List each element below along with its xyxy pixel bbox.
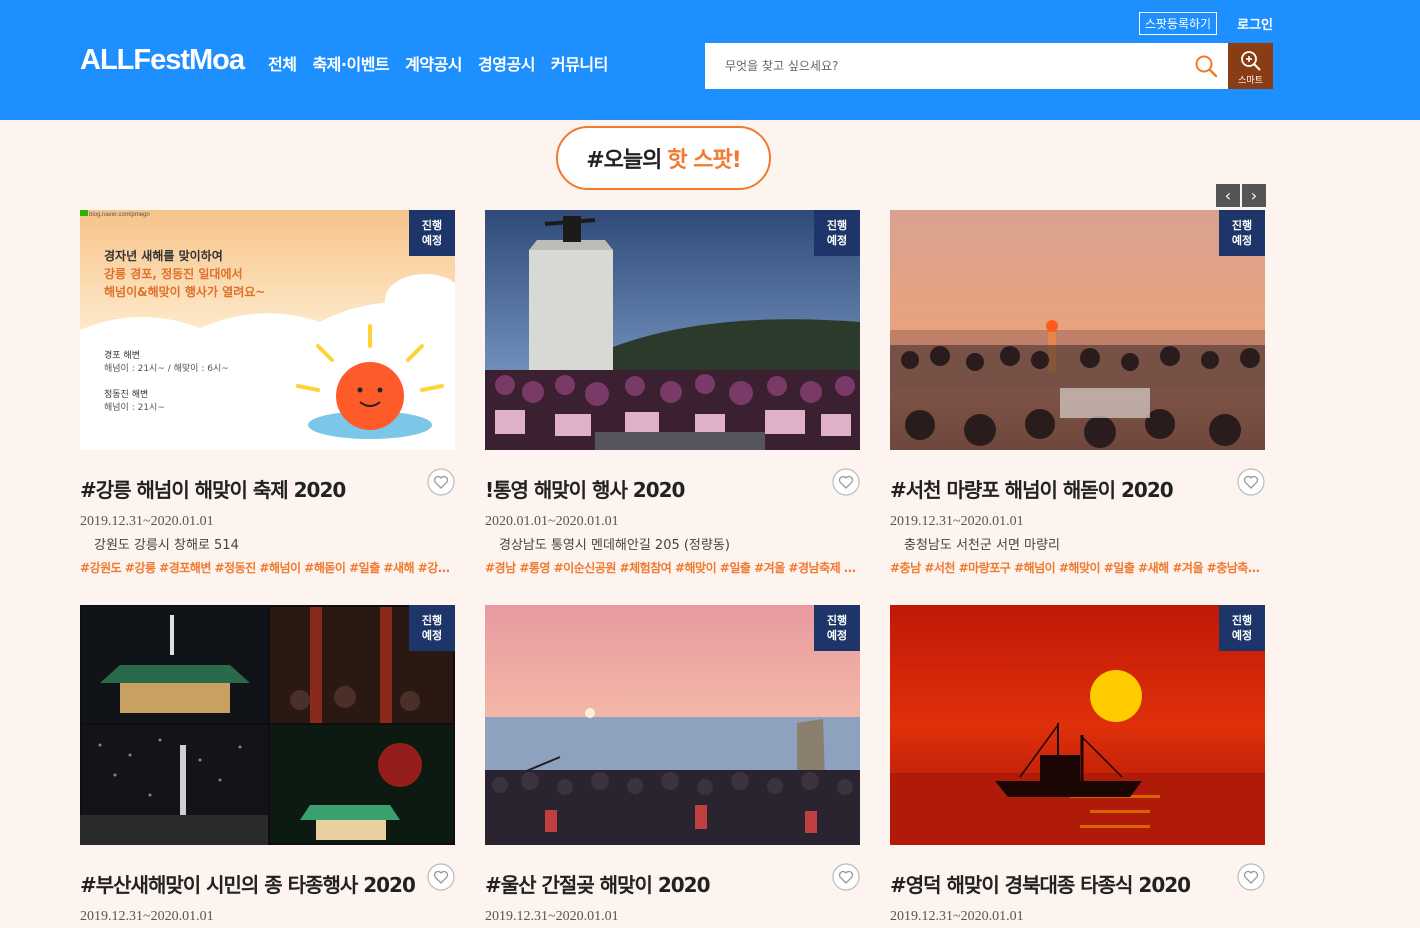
event-date: 2019.12.31~2020.01.01 bbox=[80, 514, 214, 529]
status-line-2: 예정 bbox=[826, 234, 848, 247]
event-date: 2019.12.31~2020.01.01 bbox=[890, 909, 1024, 924]
event-card[interactable]: 진행 예정 #영덕 해맞이 경북대종 타종식 2020 2019.12.31~2… bbox=[890, 605, 1265, 924]
spot-register-button[interactable]: 스팟등록하기 bbox=[1138, 12, 1218, 35]
main-nav: 전체 축제·이벤트 계약공시 경영공시 커뮤니티 bbox=[268, 51, 608, 75]
poster-line-2: 강릉 경포, 정동진 일대에서 bbox=[104, 266, 243, 281]
search-icon[interactable] bbox=[1194, 54, 1218, 78]
event-photo bbox=[485, 605, 860, 845]
status-line-1: 진행 bbox=[1231, 614, 1253, 627]
status-line-2: 예정 bbox=[1231, 629, 1253, 642]
status-badge: 진행 예정 bbox=[409, 210, 455, 256]
event-tags[interactable]: #강원도 #강릉 #경포해변 #정동진 #해넘이 #해돋이 #일출 #새해 #강… bbox=[80, 559, 455, 576]
section-title-accent: 핫 스팟! bbox=[667, 148, 741, 173]
search-input[interactable] bbox=[705, 43, 1175, 89]
event-date: 2019.12.31~2020.01.01 bbox=[80, 909, 214, 924]
event-date: 2019.12.31~2020.01.01 bbox=[890, 514, 1024, 529]
event-date: 2019.12.31~2020.01.01 bbox=[485, 909, 619, 924]
poster-line-3: 해넘이&해맞이 행사가 열려요~ bbox=[104, 284, 265, 299]
nav-item-all[interactable]: 전체 bbox=[268, 51, 297, 75]
nav-item-management-notice[interactable]: 경영공시 bbox=[478, 51, 535, 75]
event-card[interactable]: 진행 예정 #부산새해맞이 시민의 종 타종행사 2020 2019.12.31… bbox=[80, 605, 455, 924]
heart-icon[interactable] bbox=[832, 863, 860, 891]
event-address: 충청남도 서천군 서면 마량리 bbox=[904, 538, 1060, 553]
event-card[interactable]: 진행 예정 !통영 해맞이 행사 2020 2020.01.01~2020.01… bbox=[485, 210, 860, 575]
status-line-2: 예정 bbox=[1231, 234, 1253, 247]
heart-icon[interactable] bbox=[832, 468, 860, 496]
status-line-1: 진행 bbox=[1231, 219, 1253, 232]
event-title[interactable]: #영덕 해맞이 경북대종 타종식 2020 bbox=[890, 869, 1191, 898]
heart-icon[interactable] bbox=[427, 468, 455, 496]
smart-search-icon bbox=[1241, 51, 1261, 71]
status-badge: 진행 예정 bbox=[814, 210, 860, 256]
carousel-next-button[interactable]: › bbox=[1242, 184, 1266, 207]
event-date: 2020.01.01~2020.01.01 bbox=[485, 514, 619, 529]
event-thumbnail[interactable]: blog.naver.com/pmegn 경자년 새해를 맞이하여 강릉 경포,… bbox=[80, 210, 455, 450]
event-title[interactable]: !통영 해맞이 행사 2020 bbox=[485, 474, 685, 503]
event-tags[interactable]: #충남 #서천 #마량포구 #해넘이 #해맞이 #일출 #새해 #겨울 #충남축… bbox=[890, 559, 1265, 576]
event-title[interactable]: #부산새해맞이 시민의 종 타종행사 2020 bbox=[80, 869, 416, 898]
carousel-controls: ‹ › bbox=[1216, 184, 1266, 207]
smart-search-label: 스마트 bbox=[1238, 76, 1263, 86]
status-badge: 진행 예정 bbox=[1219, 210, 1265, 256]
site-logo[interactable]: ALLFestMoa bbox=[80, 44, 245, 77]
status-line-2: 예정 bbox=[421, 234, 443, 247]
poster-place-2: 정동진 해변 bbox=[104, 389, 148, 400]
poster-image: blog.naver.com/pmegn 경자년 새해를 맞이하여 강릉 경포,… bbox=[80, 210, 455, 450]
site-header: ALLFestMoa 전체 축제·이벤트 계약공시 경영공시 커뮤니티 스팟등록… bbox=[0, 0, 1420, 120]
event-thumbnail[interactable]: 진행 예정 bbox=[890, 210, 1265, 450]
search-box bbox=[705, 43, 1228, 89]
event-thumbnail[interactable]: 진행 예정 bbox=[485, 210, 860, 450]
poster-line-1: 경자년 새해를 맞이하여 bbox=[104, 248, 223, 263]
heart-icon[interactable] bbox=[1237, 468, 1265, 496]
section-title: #오늘의 핫 스팟! bbox=[556, 126, 771, 190]
event-photo bbox=[80, 605, 455, 845]
carousel-prev-button[interactable]: ‹ bbox=[1216, 184, 1240, 207]
event-title[interactable]: #서천 마량포 해넘이 해돋이 2020 bbox=[890, 474, 1174, 503]
status-badge: 진행 예정 bbox=[409, 605, 455, 651]
event-card[interactable]: 진행 예정 #울산 간절곶 해맞이 2020 2019.12.31~2020.0… bbox=[485, 605, 860, 924]
poster-place-1: 경포 해변 bbox=[104, 349, 140, 361]
event-address: 경상남도 통영시 멘데해안길 205 (정량동) bbox=[499, 538, 730, 553]
event-tags[interactable]: #경남 #통영 #이순신공원 #체험참여 #해맞이 #일출 #겨울 #경남축제 … bbox=[485, 559, 860, 576]
event-title[interactable]: #울산 간절곶 해맞이 2020 bbox=[485, 869, 711, 898]
status-badge: 진행 예정 bbox=[1219, 605, 1265, 651]
nav-item-festival-event[interactable]: 축제·이벤트 bbox=[312, 51, 389, 75]
top-links: 스팟등록하기 로그인 bbox=[1138, 12, 1273, 35]
status-line-2: 예정 bbox=[421, 629, 443, 642]
event-card[interactable]: blog.naver.com/pmegn 경자년 새해를 맞이하여 강릉 경포,… bbox=[80, 210, 455, 575]
poster-source-text: blog.naver.com/pmegn bbox=[89, 212, 150, 218]
login-link[interactable]: 로그인 bbox=[1237, 14, 1273, 33]
status-line-1: 진행 bbox=[826, 219, 848, 232]
nav-item-community[interactable]: 커뮤니티 bbox=[551, 51, 608, 75]
heart-icon[interactable] bbox=[1237, 863, 1265, 891]
event-card[interactable]: 진행 예정 #서천 마량포 해넘이 해돋이 2020 2019.12.31~20… bbox=[890, 210, 1265, 575]
heart-icon[interactable] bbox=[427, 863, 455, 891]
poster-time-1: 해넘이 : 21시~ / 해맞이 : 6시~ bbox=[104, 362, 229, 374]
section-title-prefix: #오늘의 bbox=[586, 148, 662, 173]
status-line-2: 예정 bbox=[826, 629, 848, 642]
nav-item-contract-notice[interactable]: 계약공시 bbox=[405, 51, 462, 75]
event-photo bbox=[890, 605, 1265, 845]
event-address: 강원도 강릉시 창해로 514 bbox=[94, 538, 239, 553]
status-line-1: 진행 bbox=[421, 614, 443, 627]
status-line-1: 진행 bbox=[421, 219, 443, 232]
status-badge: 진행 예정 bbox=[814, 605, 860, 651]
status-line-1: 진행 bbox=[826, 614, 848, 627]
event-thumbnail[interactable]: 진행 예정 bbox=[890, 605, 1265, 845]
poster-time-2: 해넘이 : 21시~ bbox=[104, 402, 165, 413]
event-photo bbox=[485, 210, 860, 450]
event-title[interactable]: #강릉 해넘이 해맞이 축제 2020 bbox=[80, 474, 346, 503]
event-thumbnail[interactable]: 진행 예정 bbox=[485, 605, 860, 845]
event-photo bbox=[890, 210, 1265, 450]
smart-search-button[interactable]: 스마트 bbox=[1228, 43, 1273, 89]
event-thumbnail[interactable]: 진행 예정 bbox=[80, 605, 455, 845]
